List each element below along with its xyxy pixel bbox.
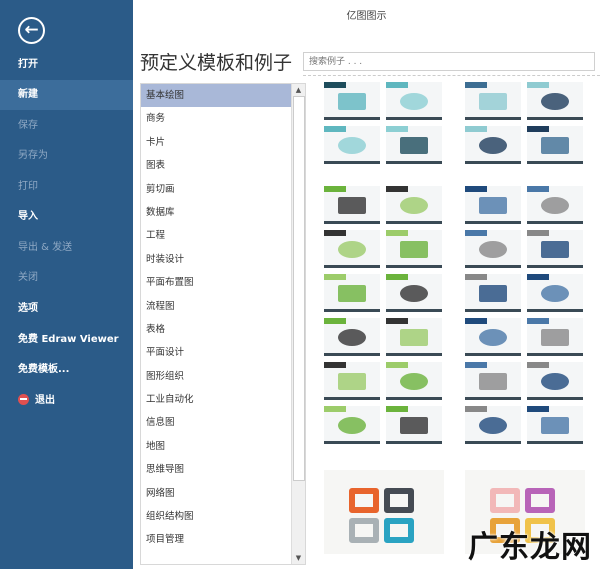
- menu-item-10[interactable]: 免费模板...: [0, 355, 133, 385]
- template-thumbnail[interactable]: [324, 362, 380, 400]
- menu-item-label: 导出 & 发送: [18, 242, 73, 253]
- menu-item-5[interactable]: 导入: [0, 202, 133, 232]
- template-thumbnail[interactable]: [527, 274, 583, 312]
- menu-item-7[interactable]: 关闭: [0, 263, 133, 293]
- category-item[interactable]: 时装设计: [141, 248, 291, 271]
- category-item[interactable]: 思维导图: [141, 458, 291, 481]
- menu-item-6[interactable]: 导出 & 发送: [0, 233, 133, 263]
- watermark: 广东龙网: [468, 530, 592, 565]
- menu-item-4[interactable]: 打印: [0, 172, 133, 202]
- template-thumbnail[interactable]: [527, 126, 583, 164]
- scrollbar[interactable]: ▲ ▼: [291, 84, 305, 564]
- template-thumbnail[interactable]: [386, 230, 442, 268]
- category-item[interactable]: 工业自动化: [141, 388, 291, 411]
- menu-item-0[interactable]: 打开: [0, 50, 133, 80]
- scroll-down-icon[interactable]: ▼: [292, 552, 305, 564]
- template-thumbnail[interactable]: [527, 406, 583, 444]
- menu-item-label: 打开: [18, 59, 38, 70]
- template-thumbnail[interactable]: [465, 126, 521, 164]
- menu-item-8[interactable]: 选项: [0, 294, 133, 324]
- menu-item-label: 选项: [18, 303, 38, 314]
- category-item[interactable]: 剪切画: [141, 178, 291, 201]
- menu-item-2[interactable]: 保存: [0, 111, 133, 141]
- menu-item-label: 免费 Edraw Viewer: [18, 334, 119, 345]
- category-item[interactable]: 网络图: [141, 482, 291, 505]
- scrollbar-thumb[interactable]: [293, 96, 305, 481]
- category-item[interactable]: 项目管理: [141, 528, 291, 551]
- category-item[interactable]: 流程图: [141, 295, 291, 318]
- template-thumbnail[interactable]: [324, 82, 380, 120]
- category-item[interactable]: 数据库: [141, 201, 291, 224]
- template-thumbnail[interactable]: [324, 186, 380, 224]
- menu-item-label: 免费模板...: [18, 364, 70, 375]
- category-item[interactable]: 组织结构图: [141, 505, 291, 528]
- category-item[interactable]: 基本绘图: [141, 84, 291, 108]
- menu-item-9[interactable]: 免费 Edraw Viewer: [0, 325, 133, 355]
- category-item[interactable]: 地图: [141, 435, 291, 458]
- template-thumbnail[interactable]: [324, 230, 380, 268]
- search-input[interactable]: [303, 52, 595, 71]
- category-item[interactable]: 工程: [141, 224, 291, 247]
- divider: [303, 75, 600, 76]
- menu-item-1[interactable]: 新建: [0, 80, 133, 110]
- menu-item-label: 保存: [18, 120, 38, 131]
- menu-item-label: 关闭: [18, 272, 38, 283]
- template-thumbnail[interactable]: [386, 362, 442, 400]
- template-thumbnail[interactable]: [527, 82, 583, 120]
- category-item[interactable]: 商务: [141, 107, 291, 130]
- template-thumbnail[interactable]: [386, 274, 442, 312]
- template-thumbnail[interactable]: [465, 274, 521, 312]
- category-item[interactable]: 表格: [141, 318, 291, 341]
- category-item[interactable]: 卡片: [141, 131, 291, 154]
- menu-item-label: 退出: [35, 395, 55, 406]
- template-thumbnail[interactable]: [465, 186, 521, 224]
- category-item[interactable]: 平面布置图: [141, 271, 291, 294]
- template-thumbnail[interactable]: [527, 318, 583, 356]
- app-title: 亿图图示: [346, 11, 387, 22]
- category-list: 基本绘图 商务 卡片 图表 剪切画 数据库 工程 时装设计 平面布置图 流程图 表格 平面设计 图形组织…: [140, 83, 306, 565]
- template-thumbnail[interactable]: [386, 406, 442, 444]
- template-thumbnail[interactable]: [465, 230, 521, 268]
- template-thumbnail[interactable]: [324, 318, 380, 356]
- exit-icon: [18, 393, 29, 405]
- category-item[interactable]: 平面设计: [141, 341, 291, 364]
- scroll-up-icon[interactable]: ▲: [292, 84, 305, 96]
- template-thumbnail[interactable]: [324, 274, 380, 312]
- menu-item-label: 打印: [18, 181, 38, 192]
- menu-item-label: 新建: [18, 89, 38, 100]
- template-thumbnail[interactable]: [386, 186, 442, 224]
- menu-item-label: 导入: [18, 211, 38, 222]
- template-thumbnail[interactable]: [324, 406, 380, 444]
- template-thumbnail[interactable]: [324, 126, 380, 164]
- menu-item-3[interactable]: 另存为: [0, 141, 133, 171]
- template-thumbnail[interactable]: [465, 362, 521, 400]
- template-thumbnail[interactable]: [465, 406, 521, 444]
- template-thumbnail[interactable]: [465, 318, 521, 356]
- template-thumbnail[interactable]: [527, 362, 583, 400]
- template-thumbnail[interactable]: [527, 230, 583, 268]
- template-thumbnail[interactable]: [386, 126, 442, 164]
- back-arrow-icon[interactable]: ←: [18, 17, 45, 44]
- category-item[interactable]: 图表: [141, 154, 291, 177]
- page-title: 预定义模板和例子: [140, 52, 293, 74]
- menu-item-label: 另存为: [18, 150, 48, 161]
- sidebar: ← 打开新建保存另存为打印导入导出 & 发送 关闭选项免费 Edraw Viewe…: [0, 0, 133, 569]
- menu-item-11[interactable]: 退出: [0, 386, 133, 416]
- template-cycle-diagram[interactable]: [324, 470, 444, 554]
- template-thumbnail[interactable]: [465, 82, 521, 120]
- category-item[interactable]: 信息图: [141, 411, 291, 434]
- template-thumbnail[interactable]: [386, 318, 442, 356]
- template-thumbnail[interactable]: [386, 82, 442, 120]
- template-thumbnail[interactable]: [527, 186, 583, 224]
- category-item[interactable]: 图形组织: [141, 365, 291, 388]
